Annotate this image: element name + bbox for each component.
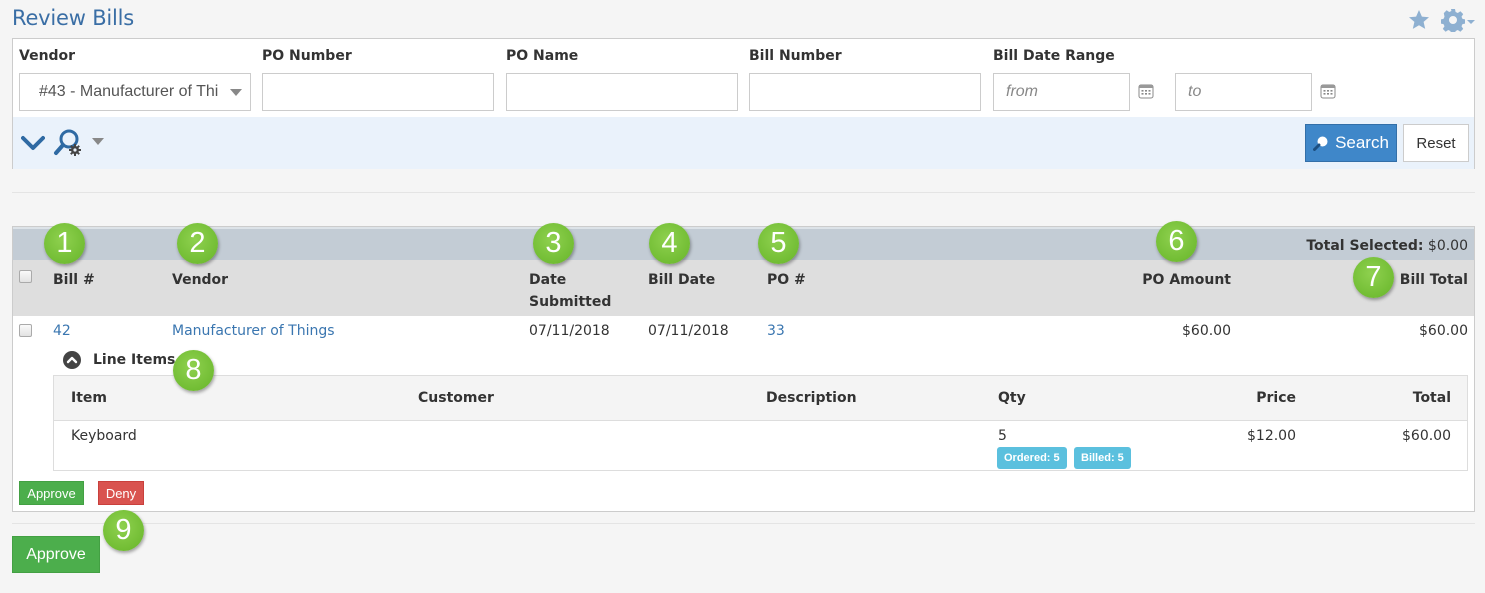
table-header: Bill # Vendor Date Submitted Bill Date P… (13, 260, 1474, 316)
line-items-label: Line Items (93, 352, 176, 368)
line-items-header-item: Item (71, 390, 107, 406)
column-header-po-number[interactable]: PO # (767, 269, 806, 291)
callout-badge: 2 (177, 223, 218, 264)
settings-caret-icon[interactable] (1467, 20, 1475, 24)
po-number-input[interactable] (262, 73, 494, 111)
divider (12, 523, 1475, 524)
ordered-badge: Ordered: 5 (997, 447, 1067, 469)
date-from-input[interactable] (993, 73, 1130, 111)
bill-number-label: Bill Number (749, 48, 842, 64)
calendar-icon[interactable] (1138, 83, 1154, 99)
divider (12, 192, 1475, 193)
po-name-input[interactable] (506, 73, 738, 111)
line-items-header: Item Customer Description Qty Price Tota… (54, 376, 1467, 421)
approve-all-button[interactable]: Approve (12, 536, 100, 573)
date-to-input[interactable] (1175, 73, 1312, 111)
total-selected-label: Total Selected: (1306, 238, 1424, 254)
bill-number-input[interactable] (749, 73, 981, 111)
chevron-circle-up-icon (63, 351, 81, 369)
column-header-date-submitted[interactable]: Date Submitted (529, 269, 611, 313)
po-name-label: PO Name (506, 48, 579, 64)
billed-badge: Billed: 5 (1074, 447, 1131, 469)
callout-badge: 5 (758, 223, 799, 264)
row-checkbox[interactable] (19, 324, 32, 337)
deny-bill-button[interactable]: Deny (98, 481, 144, 505)
gear-icon[interactable] (1441, 8, 1465, 32)
vendor-select-value: #43 - Manufacturer of Thi (39, 83, 219, 100)
vendor-select[interactable]: #43 - Manufacturer of Thi (19, 73, 251, 111)
column-header-bill-date[interactable]: Bill Date (648, 269, 715, 291)
line-item-name: Keyboard (71, 428, 137, 444)
chevron-down-icon[interactable] (21, 134, 45, 152)
column-header-date-submitted-line1: Date (529, 272, 567, 288)
line-items-header-description: Description (766, 390, 857, 406)
search-options-icon[interactable] (53, 128, 85, 158)
total-selected-value: $0.00 (1427, 238, 1468, 254)
line-item-qty: 5 (998, 428, 1007, 444)
calendar-icon[interactable] (1320, 83, 1336, 99)
column-header-po-amount[interactable]: PO Amount (1142, 269, 1231, 291)
column-header-vendor[interactable]: Vendor (172, 269, 228, 291)
search-button-label: Search (1335, 133, 1389, 152)
line-items-toggle[interactable]: Line Items (63, 351, 175, 369)
po-amount: $60.00 (1182, 323, 1231, 339)
line-items-header-customer: Customer (418, 390, 494, 406)
column-header-date-submitted-line2: Submitted (529, 294, 612, 310)
line-item-total: $60.00 (1402, 428, 1451, 444)
search-button[interactable]: Search (1305, 124, 1397, 162)
callout-badge: 7 (1353, 257, 1394, 298)
line-items-header-qty: Qty (998, 390, 1026, 406)
callout-badge: 4 (649, 223, 690, 264)
bill-total: $60.00 (1419, 323, 1468, 339)
callout-badge: 3 (533, 223, 574, 264)
page-actions (1407, 8, 1475, 32)
callout-badge: 1 (44, 223, 85, 264)
callout-badge: 9 (103, 510, 144, 551)
select-all-checkbox[interactable] (19, 270, 32, 283)
callout-badge: 6 (1156, 221, 1197, 262)
reset-button[interactable]: Reset (1403, 124, 1469, 162)
page-title: Review Bills (12, 6, 135, 30)
line-item-price: $12.00 (1247, 428, 1296, 444)
table-row: 42 Manufacturer of Things 07/11/2018 07/… (13, 316, 1474, 346)
line-items-table: Item Customer Description Qty Price Tota… (53, 375, 1468, 471)
filter-panel: Vendor #43 - Manufacturer of Thi PO Numb… (12, 38, 1475, 169)
vendor-link[interactable]: Manufacturer of Things (172, 323, 335, 339)
bill-number-link[interactable]: 42 (53, 323, 71, 339)
bill-date: 07/11/2018 (648, 323, 729, 339)
callout-badge: 8 (173, 350, 214, 391)
line-items-header-price: Price (1256, 390, 1296, 406)
line-items-header-total: Total (1412, 390, 1451, 406)
po-number-link[interactable]: 33 (767, 323, 785, 339)
search-icon (1313, 136, 1328, 151)
summary-bar: Total Selected: $0.00 (13, 227, 1474, 260)
dropdown-arrow-icon (230, 89, 242, 96)
column-header-bill-total[interactable]: Bill Total (1400, 269, 1468, 291)
po-number-label: PO Number (262, 48, 352, 64)
filter-toolbar: Search Reset (13, 117, 1474, 169)
approve-bill-button[interactable]: Approve (19, 481, 84, 505)
column-header-bill-number[interactable]: Bill # (53, 269, 95, 291)
star-icon[interactable] (1407, 8, 1431, 32)
bills-table: Total Selected: $0.00 Bill # Vendor Date… (12, 226, 1475, 512)
search-options-caret-icon[interactable] (92, 138, 104, 145)
vendor-label: Vendor (19, 48, 76, 64)
bill-date-range-label: Bill Date Range (993, 48, 1115, 64)
date-submitted: 07/11/2018 (529, 323, 610, 339)
total-selected: Total Selected: $0.00 (1306, 238, 1468, 254)
